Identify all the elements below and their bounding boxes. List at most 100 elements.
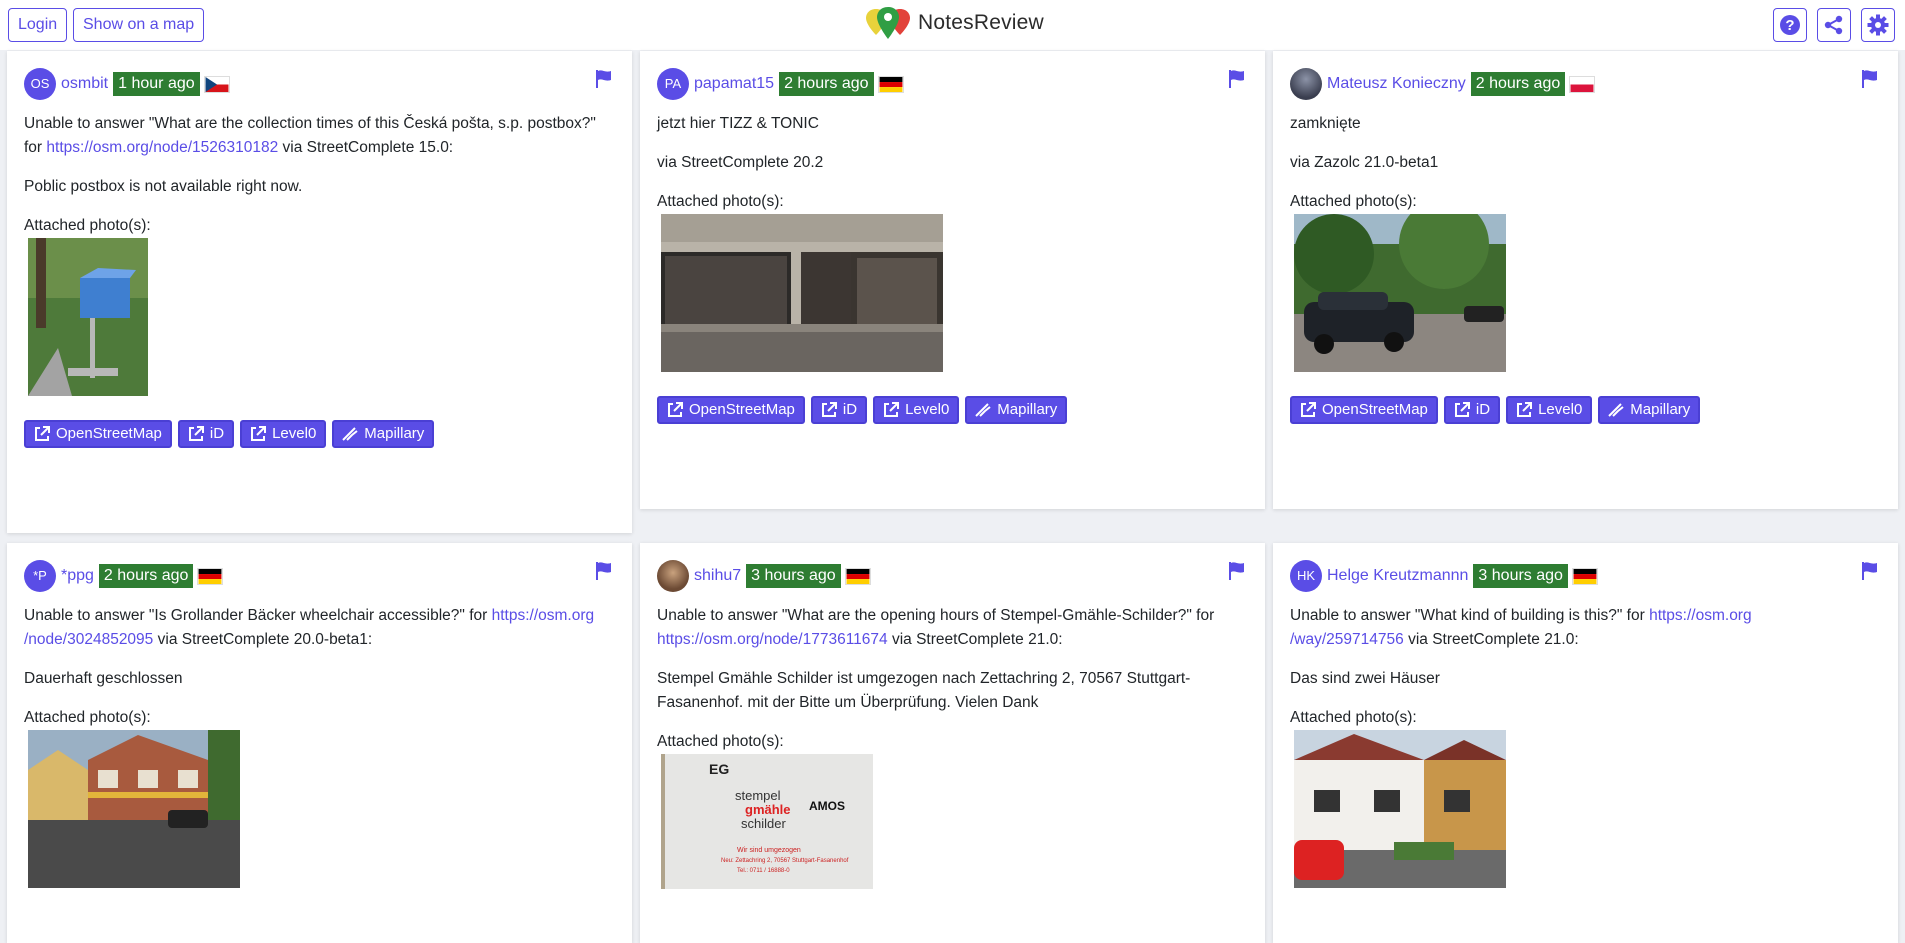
svg-text:?: ? [1785,17,1794,34]
note-header: *P *ppg 2 hours ago [24,560,615,592]
button-label: OpenStreetMap [56,425,162,442]
osm-way-link[interactable]: /way/259714756 [1290,631,1404,648]
attached-photos-label: Attached photo(s): [1290,193,1417,210]
report-flag-icon[interactable] [595,69,613,89]
note-comment: Das sind zwei Häuser [1290,670,1440,687]
level0-button[interactable]: Level0 [873,396,960,424]
external-link-icon [188,426,204,441]
id-editor-button[interactable]: iD [810,396,868,424]
note-text: jetzt hier TIZZ & TONIC via StreetComple… [657,112,1248,214]
report-flag-icon[interactable] [1861,561,1879,581]
avatar[interactable]: HK [1290,560,1322,592]
osm-node-link[interactable]: https://osm.org/node/1773611674 [657,631,888,648]
attached-photo[interactable] [28,730,240,888]
attached-photo[interactable] [661,214,943,372]
mapillary-icon [342,427,358,441]
osm-node-link[interactable]: https://osm.org [492,607,595,624]
button-label: OpenStreetMap [1322,401,1428,418]
time-badge: 2 hours ago [98,564,194,588]
avatar[interactable]: OS [24,68,56,100]
external-link-icon [1301,402,1316,417]
button-label: Level0 [1538,401,1583,418]
attached-photos-label: Attached photo(s): [1290,709,1417,726]
attached-photos-label: Attached photo(s): [24,217,151,234]
username-link[interactable]: shihu7 [694,564,741,588]
note-body-text: Unable to answer "What are the opening h… [657,607,1215,624]
openstreetmap-button[interactable]: OpenStreetMap [24,420,172,448]
report-flag-icon[interactable] [1228,69,1246,89]
username-link[interactable]: Helge Kreutzmannn [1327,564,1468,588]
report-flag-icon[interactable] [595,561,613,581]
report-flag-icon[interactable] [1861,69,1879,89]
button-label: Level0 [272,425,317,442]
help-icon: ? [1780,15,1800,35]
note-card: HK Helge Kreutzmannn 3 hours ago Unable … [1273,543,1898,943]
button-label: Mapillary [364,425,425,442]
avatar[interactable] [657,560,689,592]
level0-button[interactable]: Level0 [240,420,327,448]
username-link[interactable]: *ppg [61,564,94,588]
attached-photos-label: Attached photo(s): [657,733,784,750]
openstreetmap-button[interactable]: OpenStreetMap [657,396,805,424]
username-link[interactable]: papamat15 [694,72,774,96]
brand[interactable]: NotesReview [864,3,1044,43]
report-flag-icon[interactable] [1228,561,1246,581]
note-actions: OpenStreetMap iD Level0 Mapillary [657,396,1248,424]
attached-photo[interactable]: EG stempel gmähle schilder AMOS Wir sind… [661,754,873,889]
attached-photos-label: Attached photo(s): [657,193,784,210]
time-badge: 2 hours ago [1470,72,1566,96]
username-link[interactable]: osmbit [61,72,108,96]
osm-way-link[interactable]: https://osm.org [1649,607,1752,624]
attached-photo[interactable] [28,238,148,396]
note-body-text: Unable to answer "What kind of building … [1290,607,1650,624]
button-label: iD [1475,401,1491,418]
german-flag-icon [844,567,871,585]
mapillary-button[interactable]: Mapillary [1598,396,1701,424]
avatar[interactable]: *P [24,560,56,592]
note-comment: jetzt hier TIZZ & TONIC [657,115,819,132]
german-flag-icon [197,567,224,585]
note-comment: Dauerhaft geschlossen [24,670,183,687]
avatar[interactable]: PA [657,68,689,100]
note-header: PA papamat15 2 hours ago [657,68,1248,100]
username-link[interactable]: Mateusz Konieczny [1327,72,1466,96]
note-text: Unable to answer "What are the collectio… [24,112,615,238]
external-link-icon [821,402,837,417]
note-header: shihu7 3 hours ago [657,560,1248,592]
note-header: OS osmbit 1 hour ago [24,68,615,100]
share-icon [1824,15,1843,35]
time-badge: 2 hours ago [779,72,874,96]
osm-node-link[interactable]: /node/3024852095 [24,631,153,648]
id-editor-button[interactable]: iD [177,420,235,448]
note-body-text: Unable to answer "What are the collectio… [24,115,596,132]
share-button[interactable] [1817,8,1851,42]
attached-photo[interactable] [1294,214,1506,372]
mapillary-icon [975,403,991,417]
external-link-icon [884,402,900,417]
button-label: iD [842,401,858,418]
osm-node-link[interactable]: https://osm.org/node/1526310182 [46,139,278,156]
note-card: Mateusz Konieczny 2 hours ago zamknięte … [1273,51,1898,509]
openstreetmap-button[interactable]: OpenStreetMap [1290,396,1438,424]
polish-flag-icon [1569,75,1596,93]
help-button[interactable]: ? [1773,8,1807,42]
button-label: Mapillary [1630,401,1691,418]
button-label: Level0 [905,401,950,418]
avatar[interactable] [1290,68,1322,100]
id-editor-button[interactable]: iD [1443,396,1501,424]
map-pins-logo-icon [866,7,910,39]
external-link-icon [668,402,683,417]
note-header: Mateusz Konieczny 2 hours ago [1290,68,1881,100]
level0-button[interactable]: Level0 [1506,396,1593,424]
note-comment: zamknięte [1290,115,1361,132]
button-label: Mapillary [997,401,1058,418]
show-on-map-button[interactable]: Show on a map [73,8,205,42]
attached-photo[interactable] [1294,730,1506,888]
settings-button[interactable] [1861,8,1895,42]
czech-flag-icon [203,75,230,93]
mapillary-button[interactable]: Mapillary [332,420,435,448]
login-button[interactable]: Login [8,8,68,42]
note-card: shihu7 3 hours ago Unable to answer "Wha… [640,543,1265,943]
mapillary-button[interactable]: Mapillary [965,396,1068,424]
time-badge: 1 hour ago [113,72,200,96]
